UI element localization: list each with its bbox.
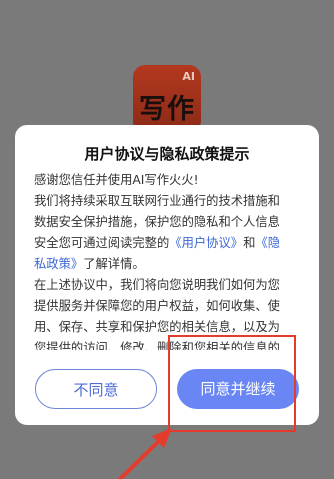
- annotation-arrow-icon: [118, 428, 172, 479]
